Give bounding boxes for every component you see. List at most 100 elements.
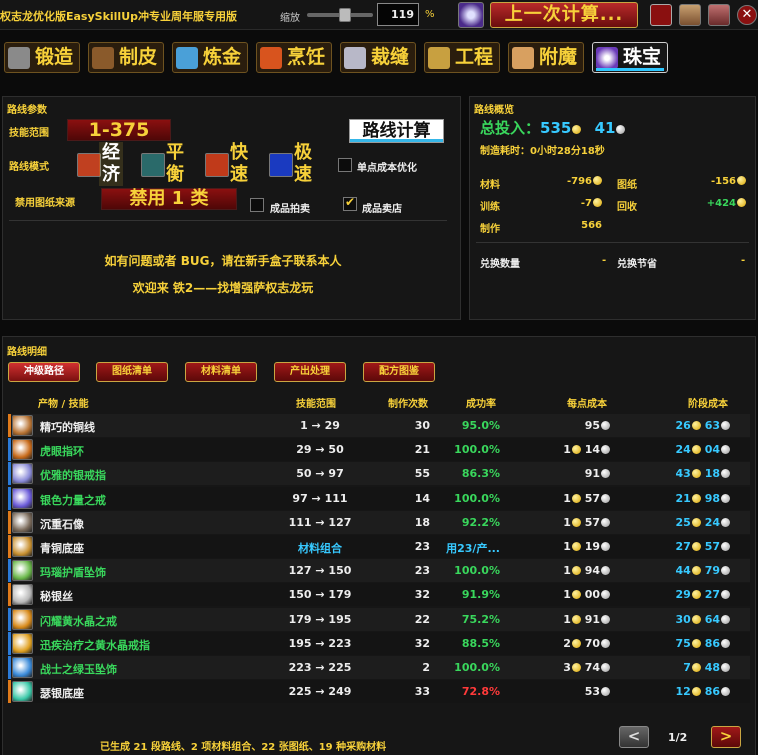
table-row[interactable]: 银色力量之戒 97 → 111 14 100.0% 1 57 21 98 [8,486,750,510]
item-name[interactable]: 银色力量之戒 [40,492,106,508]
fire-icon [205,153,229,177]
ban-source-dropdown[interactable]: 禁用 1 类 [101,188,237,210]
total-label: 总投入： [480,119,541,137]
tab-engineering[interactable]: 工程 [424,42,500,73]
item-name[interactable]: 战士之绿玉坠饰 [40,661,117,677]
gold-coin-icon [571,638,581,648]
single-cost-checkbox[interactable] [338,158,352,172]
silver-coin-icon [601,590,610,600]
row-marker [8,631,11,655]
item-name[interactable]: 青铜底座 [40,540,84,556]
item-name[interactable]: 虎眼指环 [40,443,84,459]
table-row[interactable]: 瑟银底座 225 → 249 33 72.8% 53 12 86 [8,680,750,704]
tab-tailoring[interactable]: 裁缝 [340,42,416,73]
unit-cost-gold: 3 [563,661,571,674]
table-row[interactable]: 秘银丝 150 → 179 32 91.9% 1 00 29 27 [8,583,750,607]
tab-pattern-list[interactable]: 图纸清单 [96,362,168,382]
tab-recipe-guide[interactable]: 配方图鉴 [363,362,435,382]
tab-enchanting[interactable]: 附魔 [508,42,584,73]
item-icon [12,608,33,630]
table-row[interactable]: 虎眼指环 29 → 50 21 100.0% 1 14 24 04 [8,438,750,462]
mode-economy[interactable]: 经济 [77,142,131,186]
tab-material-list[interactable]: 材料清单 [185,362,257,382]
route-calc-button[interactable]: 路线计算 [349,119,444,143]
silver-coin-icon [721,663,730,672]
success-rate: 86.3% [461,467,500,481]
route-params-panel: 路线参数 技能范围 1-375 路线计算 路线模式 经济 平衡 快速 极速 单点… [2,96,461,320]
unit-cost-silver: 91 [584,467,600,481]
unit-cost-gold: 1 [563,612,571,626]
prev-page-button[interactable]: < [619,726,649,748]
mode-fast[interactable]: 快速 [205,142,259,185]
bag-icon[interactable] [708,4,730,26]
stage-cost-silver: 64 [704,612,720,626]
silver-coin-icon [721,517,730,527]
table-row[interactable]: 青铜底座 材料组合 23 用23/产... 1 19 27 57 [8,535,750,558]
auction-checkbox[interactable] [250,198,264,212]
close-icon[interactable]: ✕ [737,5,757,25]
item-name[interactable]: 迅疾治疗之黄水晶戒指 [40,637,150,653]
silver-coin-icon [601,542,610,551]
patterns-label: 图纸 [617,180,637,191]
stop-icon[interactable] [650,4,672,26]
tab-leatherworking[interactable]: 制皮 [88,42,164,73]
tab-leveling-path[interactable]: 冲级路径 [8,362,80,382]
item-name[interactable]: 沉重石像 [40,516,84,532]
gold-coin-icon [737,176,746,185]
stage-cost: 27 57 [648,540,730,553]
table-row[interactable]: 优雅的银戒指 50 → 97 55 86.3% 91 43 18 [8,462,750,486]
tab-cooking[interactable]: 烹饪 [256,42,332,73]
unit-cost-silver: 91 [584,612,600,626]
table-row[interactable]: 迅疾治疗之黄水晶戒指 195 → 223 32 88.5% 2 70 75 86 [8,631,750,655]
info-line-1: 如有问题或者 BUG，请在新手盒子联系本人 [104,254,342,268]
mode-extreme[interactable]: 极速 [269,142,323,185]
zoom-label: 缩放 [280,13,300,24]
zoom-slider[interactable] [307,8,373,22]
tab-jewelcrafting[interactable]: 珠宝 [592,42,668,73]
silver-coin-icon [601,687,610,697]
silver-coin-icon [721,542,730,551]
skill-range-input[interactable]: 1-375 [67,119,171,141]
gold-coin-icon [571,445,581,455]
tab-alchemy[interactable]: 炼金 [172,42,248,73]
item-name[interactable]: 玛瑙护盾坠饰 [40,564,106,580]
cloth-icon [344,47,366,69]
stage-cost: 29 27 [648,588,730,601]
item-name[interactable]: 优雅的银戒指 [40,467,106,483]
item-name[interactable]: 秘银丝 [40,588,73,604]
tab-label: 烹饪 [287,46,326,68]
zoom-slider-handle[interactable] [339,8,351,22]
zoom-unit: % [425,9,435,20]
zoom-input[interactable]: 119 [377,3,419,26]
notes-icon[interactable] [679,4,701,26]
success-rate: 75.2% [461,612,500,626]
stage-cost-silver: 63 [704,419,720,432]
vendor-checkbox[interactable] [343,195,357,211]
single-cost-label: 单点成本优化 [357,163,417,174]
total-investment: 总投入：535 41 [480,117,626,138]
table-row[interactable]: 闪耀黄水晶之戒 179 → 195 22 75.2% 1 91 30 64 [8,607,750,631]
stage-cost-gold: 12 [675,685,691,699]
next-page-button[interactable]: > [711,726,741,748]
craft-count: 55 [414,467,430,481]
table-row[interactable]: 战士之绿玉坠饰 223 → 225 2 100.0% 3 74 7 48 [8,656,750,679]
recycle-label: 回收 [617,202,637,213]
auction-label: 成品拍卖 [270,204,310,215]
unit-cost-gold: 1 [563,491,571,505]
item-name[interactable]: 精巧的铜线 [40,419,95,435]
mode-balanced[interactable]: 平衡 [141,142,195,185]
unit-cost-silver: 94 [584,564,600,578]
gold-coin-icon [737,198,746,207]
stage-cost-silver: 98 [704,491,720,505]
last-calc-button[interactable]: 上一次计算... [490,2,638,28]
item-icon [12,487,33,509]
table-row[interactable]: 沉重石像 111 → 127 18 92.2% 1 57 25 24 [8,510,750,534]
item-name[interactable]: 瑟银底座 [40,685,84,701]
stage-cost-silver: 79 [704,564,720,578]
table-row[interactable]: 精巧的铜线 1 → 29 30 95.0% 95 26 63 [8,414,750,437]
silver-coin-icon [601,445,610,455]
table-row[interactable]: 玛瑙护盾坠饰 127 → 150 23 100.0% 1 94 44 79 [8,559,750,583]
item-name[interactable]: 闪耀黄水晶之戒 [40,613,117,629]
tab-blacksmithing[interactable]: 锻造 [4,42,80,73]
tab-output-handling[interactable]: 产出处理 [274,362,346,382]
